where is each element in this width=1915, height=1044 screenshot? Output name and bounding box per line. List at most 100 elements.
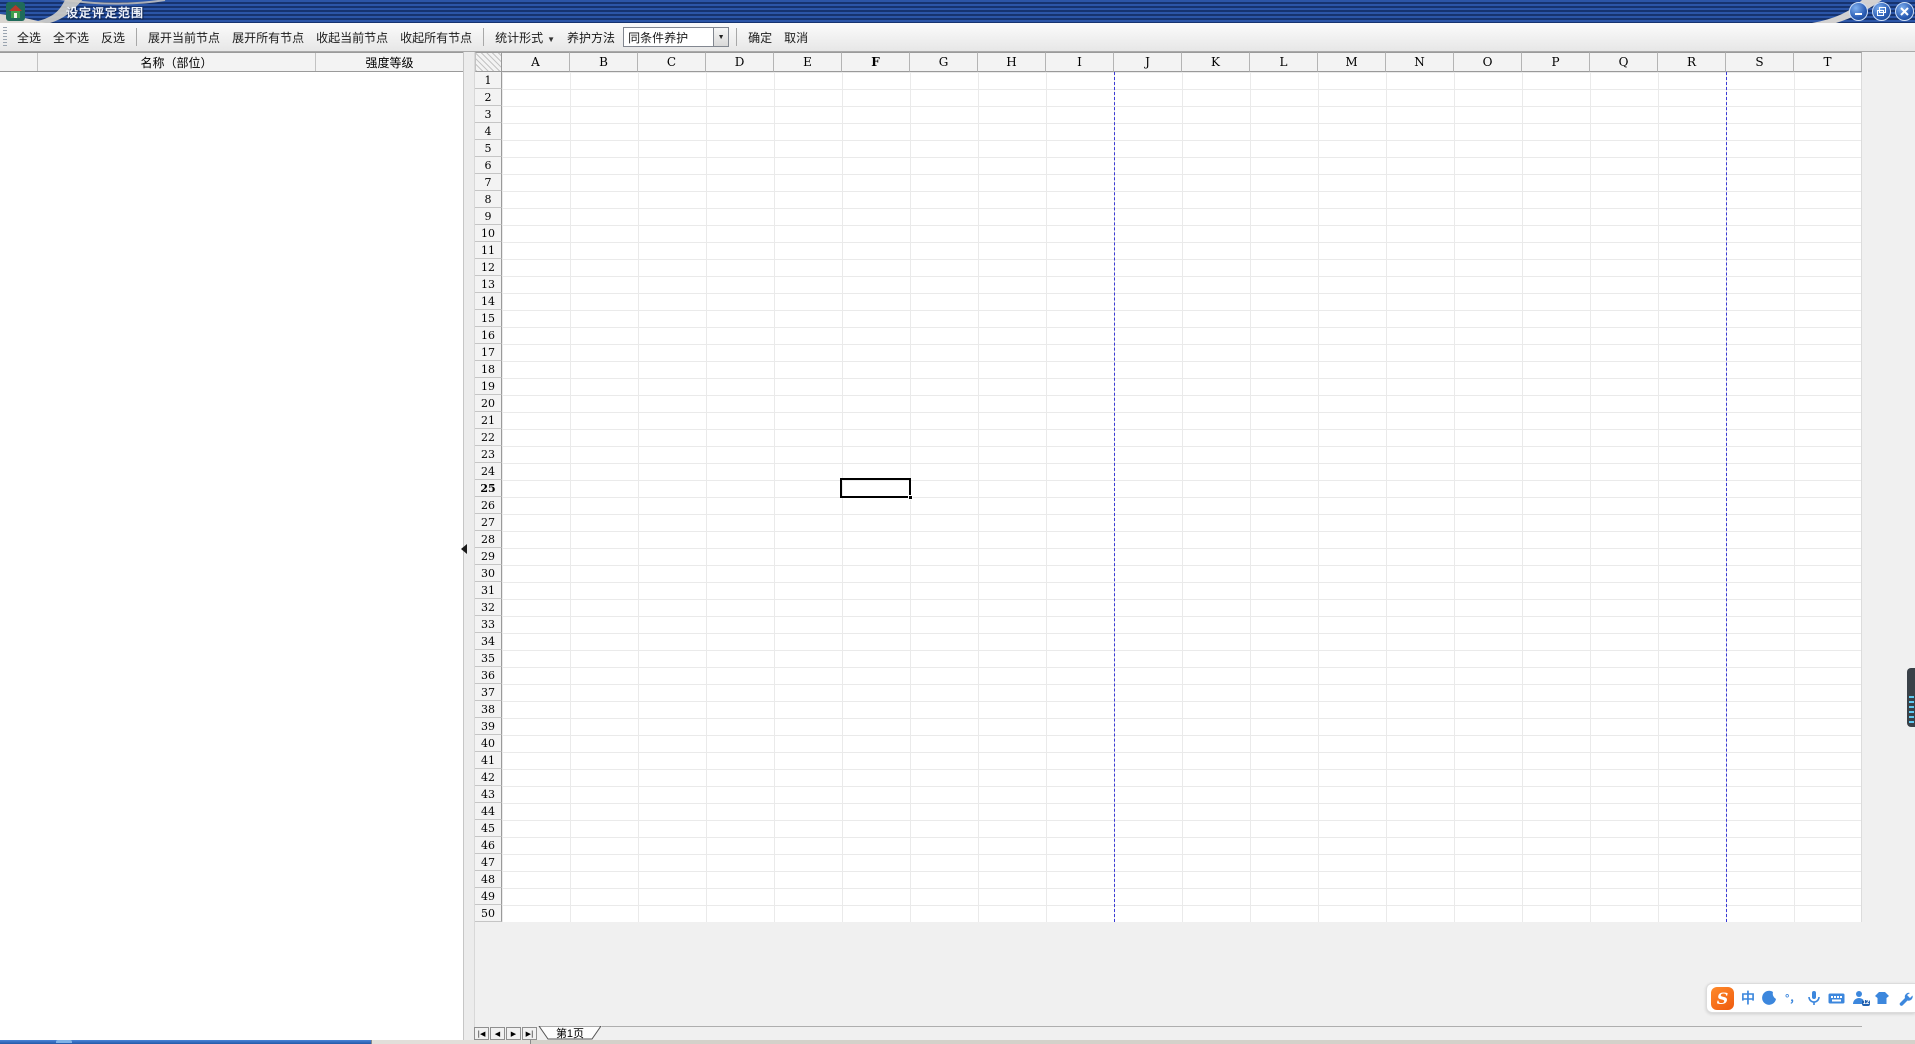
- row-header-26[interactable]: 26: [475, 497, 502, 514]
- row-header-35[interactable]: 35: [475, 650, 502, 667]
- row-header-14[interactable]: 14: [475, 293, 502, 310]
- column-header-E[interactable]: E: [774, 52, 842, 72]
- sheet-nav-next-button[interactable]: ▶: [506, 1027, 521, 1040]
- titlebar[interactable]: 设定评定范围: [0, 0, 1915, 23]
- close-button[interactable]: [1895, 2, 1914, 21]
- row-header-21[interactable]: 21: [475, 412, 502, 429]
- column-header-K[interactable]: K: [1182, 52, 1250, 72]
- row-header-22[interactable]: 22: [475, 429, 502, 446]
- select-button-1[interactable]: 全不选: [47, 27, 95, 48]
- row-header-44[interactable]: 44: [475, 803, 502, 820]
- row-header-48[interactable]: 48: [475, 871, 502, 888]
- row-header-46[interactable]: 46: [475, 837, 502, 854]
- stats-form-dropdown[interactable]: 统计形式▼: [489, 27, 561, 48]
- row-header-7[interactable]: 7: [475, 174, 502, 191]
- row-header-49[interactable]: 49: [475, 888, 502, 905]
- node-button-2[interactable]: 收起当前节点: [310, 27, 394, 48]
- sheet-tab-page1[interactable]: 第1页: [538, 1026, 602, 1040]
- taskbar-window-button[interactable]: [372, 1040, 530, 1044]
- row-header-1[interactable]: 1: [475, 72, 502, 89]
- row-header-12[interactable]: 12: [475, 259, 502, 276]
- row-header-25[interactable]: 25: [475, 480, 502, 497]
- punctuation-icon[interactable]: °，: [1785, 990, 1800, 1006]
- row-header-9[interactable]: 9: [475, 208, 502, 225]
- row-header-36[interactable]: 36: [475, 667, 502, 684]
- row-header-6[interactable]: 6: [475, 157, 502, 174]
- column-header-L[interactable]: L: [1250, 52, 1318, 72]
- ok-button[interactable]: 确定: [742, 27, 778, 48]
- row-header-24[interactable]: 24: [475, 463, 502, 480]
- row-header-38[interactable]: 38: [475, 701, 502, 718]
- row-header-39[interactable]: 39: [475, 718, 502, 735]
- row-header-45[interactable]: 45: [475, 820, 502, 837]
- row-header-28[interactable]: 28: [475, 531, 502, 548]
- combobox-dropdown-button[interactable]: ▼: [713, 28, 728, 46]
- keyboard-icon[interactable]: [1828, 991, 1845, 1005]
- restore-button[interactable]: [1872, 2, 1891, 21]
- column-header-O[interactable]: O: [1454, 52, 1522, 72]
- select-button-0[interactable]: 全选: [11, 27, 47, 48]
- node-button-0[interactable]: 展开当前节点: [142, 27, 226, 48]
- column-header-A[interactable]: A: [502, 52, 570, 72]
- row-header-13[interactable]: 13: [475, 276, 502, 293]
- column-header-T[interactable]: T: [1794, 52, 1862, 72]
- sheet-nav-last-button[interactable]: ▶|: [522, 1027, 537, 1040]
- row-header-29[interactable]: 29: [475, 548, 502, 565]
- node-button-1[interactable]: 展开所有节点: [226, 27, 310, 48]
- cancel-button[interactable]: 取消: [778, 27, 814, 48]
- column-header-B[interactable]: B: [570, 52, 638, 72]
- sheet-nav-first-button[interactable]: |◀: [474, 1027, 489, 1040]
- minimize-button[interactable]: [1849, 2, 1868, 21]
- row-header-33[interactable]: 33: [475, 616, 502, 633]
- row-header-11[interactable]: 11: [475, 242, 502, 259]
- active-cell-F25[interactable]: [840, 478, 911, 498]
- row-header-31[interactable]: 31: [475, 582, 502, 599]
- fill-handle[interactable]: [908, 495, 913, 500]
- chinese-mode-icon[interactable]: 中: [1741, 988, 1755, 1008]
- taskbar-edge[interactable]: [0, 1040, 1915, 1044]
- microphone-icon[interactable]: [1807, 990, 1821, 1006]
- column-header-R[interactable]: R: [1658, 52, 1726, 72]
- select-all-corner[interactable]: [475, 52, 502, 72]
- row-header-32[interactable]: 32: [475, 599, 502, 616]
- row-header-40[interactable]: 40: [475, 735, 502, 752]
- ime-toolbar[interactable]: S 中 °， 12: [1706, 983, 1915, 1013]
- skin-shirt-icon[interactable]: [1874, 990, 1890, 1006]
- person-badge-icon[interactable]: 12: [1852, 990, 1867, 1006]
- column-header-M[interactable]: M: [1318, 52, 1386, 72]
- row-header-3[interactable]: 3: [475, 106, 502, 123]
- row-header-16[interactable]: 16: [475, 327, 502, 344]
- column-header-N[interactable]: N: [1386, 52, 1454, 72]
- row-header-42[interactable]: 42: [475, 769, 502, 786]
- collapse-left-icon[interactable]: [461, 544, 467, 554]
- row-header-43[interactable]: 43: [475, 786, 502, 803]
- tree-header-name[interactable]: 名称（部位）: [38, 53, 316, 71]
- toolbox-wrench-icon[interactable]: [1897, 990, 1913, 1006]
- row-header-27[interactable]: 27: [475, 514, 502, 531]
- tree-header-grade[interactable]: 强度等级: [316, 53, 463, 71]
- row-header-10[interactable]: 10: [475, 225, 502, 242]
- column-header-G[interactable]: G: [910, 52, 978, 72]
- column-header-P[interactable]: P: [1522, 52, 1590, 72]
- sheet-nav-prev-button[interactable]: ◀: [490, 1027, 505, 1040]
- tree-panel[interactable]: [0, 72, 463, 1040]
- row-header-15[interactable]: 15: [475, 310, 502, 327]
- moon-icon[interactable]: [1762, 990, 1778, 1006]
- column-header-H[interactable]: H: [978, 52, 1046, 72]
- row-header-17[interactable]: 17: [475, 344, 502, 361]
- node-button-3[interactable]: 收起所有节点: [394, 27, 478, 48]
- row-header-50[interactable]: 50: [475, 905, 502, 922]
- column-header-S[interactable]: S: [1726, 52, 1794, 72]
- column-header-Q[interactable]: Q: [1590, 52, 1658, 72]
- row-header-19[interactable]: 19: [475, 378, 502, 395]
- row-header-23[interactable]: 23: [475, 446, 502, 463]
- row-header-47[interactable]: 47: [475, 854, 502, 871]
- select-button-2[interactable]: 反选: [95, 27, 131, 48]
- row-header-34[interactable]: 34: [475, 633, 502, 650]
- row-header-20[interactable]: 20: [475, 395, 502, 412]
- curing-method-combobox[interactable]: 同条件养护 ▼: [623, 27, 729, 47]
- row-header-5[interactable]: 5: [475, 140, 502, 157]
- column-header-F[interactable]: F: [842, 52, 910, 72]
- column-header-I[interactable]: I: [1046, 52, 1114, 72]
- toolbar-grip[interactable]: [3, 27, 7, 47]
